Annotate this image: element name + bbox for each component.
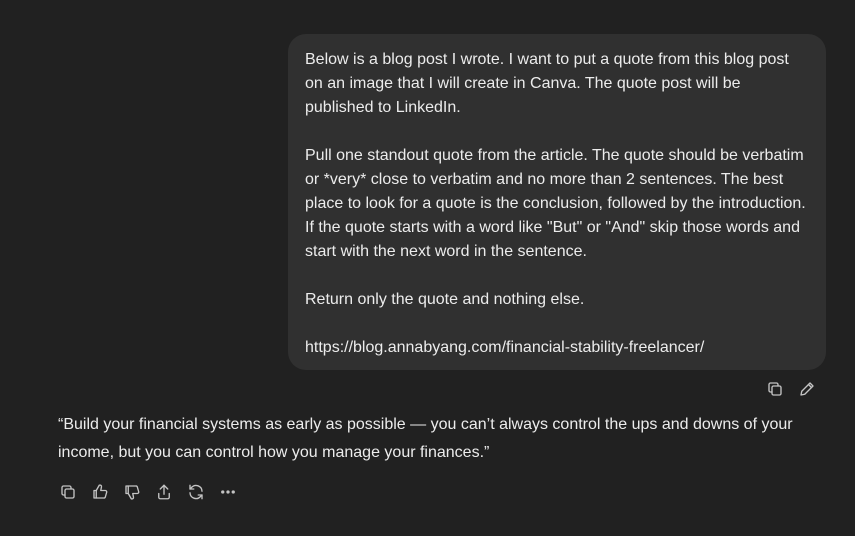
user-message-link: https://blog.annabyang.com/financial-sta… — [305, 339, 705, 356]
copy-icon[interactable] — [766, 380, 784, 398]
copy-icon[interactable] — [59, 483, 77, 501]
user-message-paragraph: Return only the quote and nothing else. — [305, 291, 585, 308]
thumbs-up-icon[interactable] — [91, 483, 109, 501]
user-message-bubble: Below is a blog post I wrote. I want to … — [288, 34, 826, 370]
thumbs-down-icon[interactable] — [123, 483, 141, 501]
assistant-message: “Build your financial systems as early a… — [58, 416, 793, 461]
user-message-actions — [766, 380, 816, 398]
user-message-paragraph: Below is a blog post I wrote. I want to … — [305, 51, 794, 116]
user-message-paragraph: Pull one standout quote from the article… — [305, 147, 811, 260]
regenerate-icon[interactable] — [187, 483, 205, 501]
chat-page: Below is a blog post I wrote. I want to … — [0, 0, 855, 536]
assistant-message-actions — [59, 483, 237, 501]
share-icon[interactable] — [155, 483, 173, 501]
edit-icon[interactable] — [798, 380, 816, 398]
more-icon[interactable] — [219, 483, 237, 501]
